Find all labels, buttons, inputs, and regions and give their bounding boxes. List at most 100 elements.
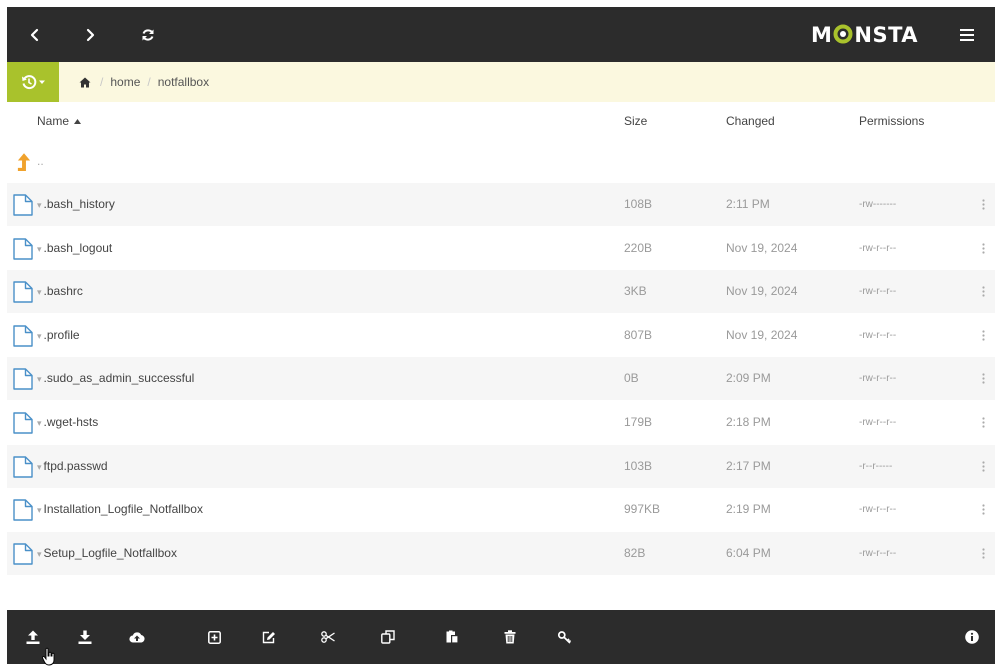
- file-row[interactable]: ▾ .bash_logout 220B Nov 19, 2024 -rw-r--r--: [7, 227, 995, 270]
- breadcrumb-item-notfallbox[interactable]: notfallbox: [158, 75, 209, 89]
- row-actions-button[interactable]: [977, 314, 989, 357]
- more-options-icon: [981, 330, 985, 341]
- more-options-icon: [981, 461, 985, 472]
- file-size: 0B: [624, 371, 639, 385]
- caret-down-icon: ▾: [37, 505, 42, 515]
- file-name[interactable]: ▾ .wget-hsts: [37, 401, 98, 444]
- file-name[interactable]: ▾ Setup_Logfile_Notfallbox: [37, 532, 177, 575]
- main-menu-button[interactable]: [947, 7, 987, 62]
- row-actions-button[interactable]: [977, 532, 989, 575]
- rename-button[interactable]: [252, 610, 286, 664]
- file-changed: Nov 19, 2024: [726, 328, 798, 342]
- delete-button[interactable]: [493, 610, 527, 664]
- file-size: 179B: [624, 415, 653, 429]
- back-button[interactable]: [15, 7, 55, 62]
- file-row[interactable]: ▾ Installation_Logfile_Notfallbox 997KB 2:1…: [7, 488, 995, 531]
- file-name[interactable]: ▾ ftpd.passwd: [37, 445, 108, 488]
- row-actions-button[interactable]: [977, 488, 989, 531]
- file-changed: 2:19 PM: [726, 502, 771, 516]
- logo-ring-icon: [833, 24, 853, 44]
- history-dropdown-button[interactable]: [7, 62, 59, 102]
- breadcrumb-item-home[interactable]: home: [110, 75, 140, 89]
- file-table-header: Name Size Changed Permissions: [7, 102, 995, 140]
- copy-button[interactable]: [371, 610, 405, 664]
- file-row[interactable]: ▾ .bash_history 108B 2:11 PM -rw-------: [7, 183, 995, 226]
- file-name[interactable]: ▾ .sudo_as_admin_successful: [37, 357, 194, 400]
- caret-down-icon: ▾: [37, 200, 42, 210]
- mouse-pointer-icon: [41, 647, 55, 666]
- file-name[interactable]: ▾ .bashrc: [37, 270, 83, 313]
- fetch-from-url-icon: [129, 632, 145, 643]
- change-permissions-button[interactable]: [548, 610, 582, 664]
- fetch-from-url-button[interactable]: [120, 610, 154, 664]
- info-button[interactable]: [955, 610, 989, 664]
- refresh-button[interactable]: [128, 7, 168, 62]
- file-changed: 2:11 PM: [726, 197, 770, 211]
- sort-ascending-icon: [74, 119, 82, 124]
- download-icon: [78, 630, 92, 644]
- more-options-icon: [981, 504, 985, 515]
- file-permissions: -rw-r--r--: [859, 373, 897, 384]
- file-permissions: -rw-r--r--: [859, 243, 897, 254]
- file-name[interactable]: ▾ .profile: [37, 314, 80, 357]
- file-icon: [13, 194, 33, 216]
- file-name[interactable]: ▾ .bash_history: [37, 183, 115, 226]
- bottom-toolbar: [7, 610, 995, 664]
- row-actions-button[interactable]: [977, 401, 989, 444]
- breadcrumb-separator: /: [147, 75, 151, 89]
- column-header-changed[interactable]: Changed: [726, 102, 775, 140]
- file-permissions: -rw-r--r--: [859, 417, 897, 428]
- cut-button[interactable]: [311, 610, 345, 664]
- file-name[interactable]: ▾ .bash_logout: [37, 227, 112, 270]
- paste-button[interactable]: [435, 610, 469, 664]
- cut-icon: [321, 631, 335, 643]
- file-changed: 2:18 PM: [726, 415, 771, 429]
- file-row[interactable]: ▾ .sudo_as_admin_successful 0B 2:09 PM -rw-r…: [7, 357, 995, 400]
- info-icon: [965, 630, 979, 644]
- caret-down-icon: [39, 80, 45, 84]
- file-changed: 2:17 PM: [726, 459, 771, 473]
- file-permissions: -rw-------: [859, 199, 897, 210]
- home-icon[interactable]: [79, 77, 91, 88]
- row-actions-button[interactable]: [977, 183, 989, 226]
- file-row[interactable]: ▾ ftpd.passwd 103B 2:17 PM -r--r-----: [7, 445, 995, 488]
- file-row[interactable]: ▾ .bashrc 3KB Nov 19, 2024 -rw-r--r--: [7, 270, 995, 313]
- row-actions-button[interactable]: [977, 357, 989, 400]
- level-up-icon: [17, 153, 31, 171]
- file-changed: 6:04 PM: [726, 546, 771, 560]
- file-size: 103B: [624, 459, 653, 473]
- more-options-icon: [981, 373, 985, 384]
- top-header: M NSTA: [7, 7, 995, 62]
- breadcrumb: / home / notfallbox: [79, 62, 209, 102]
- file-row[interactable]: ▾ .wget-hsts 179B 2:18 PM -rw-r--r--: [7, 401, 995, 444]
- more-options-icon: [981, 199, 985, 210]
- column-header-size[interactable]: Size: [624, 102, 647, 140]
- refresh-icon: [142, 28, 154, 41]
- history-icon: [22, 75, 37, 90]
- forward-button[interactable]: [70, 7, 110, 62]
- file-size: 82B: [624, 546, 646, 560]
- column-header-permissions[interactable]: Permissions: [859, 102, 924, 140]
- key-icon: [558, 630, 572, 644]
- chevron-right-icon: [86, 28, 95, 41]
- row-actions-button[interactable]: [977, 227, 989, 270]
- file-row[interactable]: ▾ Setup_Logfile_Notfallbox 82B 6:04 PM -rw-r…: [7, 532, 995, 575]
- file-row[interactable]: ▾ .profile 807B Nov 19, 2024 -rw-r--r--: [7, 314, 995, 357]
- new-item-button[interactable]: [197, 610, 231, 664]
- caret-down-icon: ▾: [37, 462, 42, 472]
- caret-down-icon: ▾: [37, 549, 42, 559]
- paste-icon: [446, 630, 458, 644]
- hamburger-menu-icon: [960, 28, 974, 41]
- column-header-name[interactable]: Name: [37, 102, 82, 140]
- file-icon: [13, 543, 33, 565]
- file-name[interactable]: ▾ Installation_Logfile_Notfallbox: [37, 488, 203, 531]
- file-permissions: -rw-r--r--: [859, 504, 897, 515]
- caret-down-icon: ▾: [37, 244, 42, 254]
- caret-down-icon: ▾: [37, 374, 42, 384]
- parent-directory-row[interactable]: ..: [7, 140, 995, 183]
- row-actions-button[interactable]: [977, 445, 989, 488]
- file-size: 108B: [624, 197, 653, 211]
- file-icon: [13, 499, 33, 521]
- download-button[interactable]: [68, 610, 102, 664]
- row-actions-button[interactable]: [977, 270, 989, 313]
